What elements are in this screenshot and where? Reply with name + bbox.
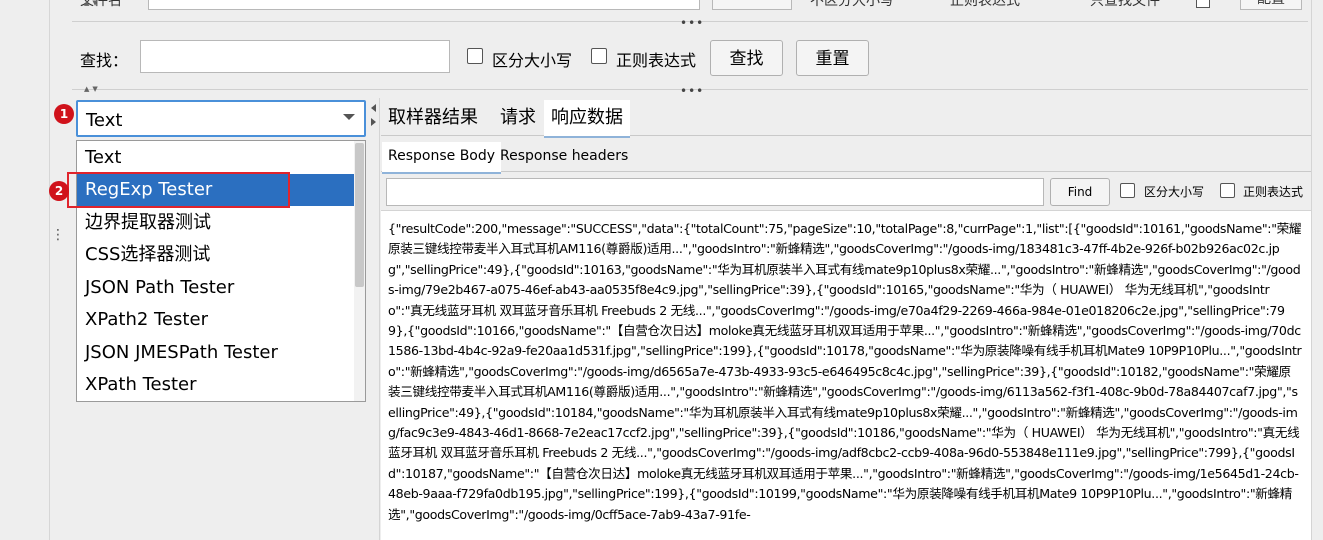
search-label: 查找： [80,51,129,70]
case-sensitive-label: 区分大小写 [492,51,573,70]
response-regex-checkbox[interactable] [1220,183,1235,198]
chevron-down-icon[interactable] [343,114,355,120]
top-cut-label-files: 只查找文件 [1090,0,1160,8]
divider-grip-icon-2[interactable]: ••• [680,84,704,98]
regex-label: 正则表达式 [616,51,697,70]
gutter-drag-handle[interactable]: ⋮ [51,228,65,254]
case-sensitive-checkbox[interactable] [467,48,483,64]
splitter-left-arrow-icon[interactable] [371,104,376,112]
panel-splitter[interactable] [369,98,380,540]
tab-sampler-result[interactable]: 取样器结果 [381,100,485,136]
right-edge-panel [1311,0,1323,540]
annotation-highlight-box [67,172,290,208]
top-cut-label-case: 不区分大小写 [810,0,894,8]
renderer-select[interactable]: Text [76,100,366,137]
renderer-select-value: Text [86,110,123,131]
annotation-badge-1: 1 [54,104,74,124]
annotation-badge-2: 2 [49,181,69,201]
splitter-right-arrow-icon[interactable] [371,118,376,126]
response-case-checkbox[interactable] [1120,183,1135,198]
subtab-response-headers[interactable]: Response headers [494,142,634,172]
divider-middle[interactable]: ▲▼ ••• [72,84,1308,98]
top-cut-config-button[interactable]: 配置 [1240,0,1302,10]
dropdown-scrollbar[interactable] [354,141,365,401]
tab-response-data[interactable]: 响应数据 [544,100,630,138]
divider-grip-icon[interactable]: ••• [680,16,704,30]
renderer-option-json-path[interactable]: JSON Path Tester [77,272,355,304]
renderer-option-text[interactable]: Text [77,142,355,174]
result-tabs: 取样器结果 请求 响应数据 [381,98,1311,138]
tab-request[interactable]: 请求 [493,100,543,136]
collapse-arrows-icon-top[interactable]: ▲▼ [84,0,101,7]
dropdown-scrollbar-thumb[interactable] [355,143,364,287]
collapse-arrows-top[interactable]: ▲▼ [72,0,132,9]
find-button[interactable]: 查找 [710,40,783,76]
collapse-arrows-icon[interactable]: ▲▼ [84,85,101,93]
search-input[interactable] [140,40,450,73]
renderer-option-xpath[interactable]: XPath Tester [77,369,355,401]
renderer-option-json-jmespath[interactable]: JSON JMESPath Tester [77,337,355,369]
renderer-option-css-selector[interactable]: CSS选择器测试 [77,239,355,271]
top-cut-button[interactable] [712,0,792,10]
top-cut-checkbox[interactable] [1196,0,1210,8]
left-gutter [0,0,50,540]
subtab-response-body[interactable]: Response Body [382,142,502,174]
renderer-option-xpath2[interactable]: XPath2 Tester [77,304,355,336]
regex-checkbox[interactable] [591,48,607,64]
response-body-text[interactable]: {"resultCode":200,"message":"SUCCESS","d… [381,210,1311,540]
response-find-input[interactable] [386,178,1044,206]
top-cut-config-label: 配置 [1241,0,1301,6]
response-find-button[interactable]: Find [1050,178,1110,206]
top-cut-label-regex: 正则表达式 [950,0,1020,8]
renderer-option-boundary-extractor[interactable]: 边界提取器测试 [77,207,355,239]
reset-button[interactable]: 重置 [796,40,869,76]
divider-top[interactable]: ••• [72,16,1308,30]
top-cut-input[interactable] [148,0,700,10]
response-regex-label: 正则表达式 [1243,185,1304,199]
response-case-label: 区分大小写 [1144,185,1205,199]
response-subtabs: Response Body Response headers [381,142,1311,174]
